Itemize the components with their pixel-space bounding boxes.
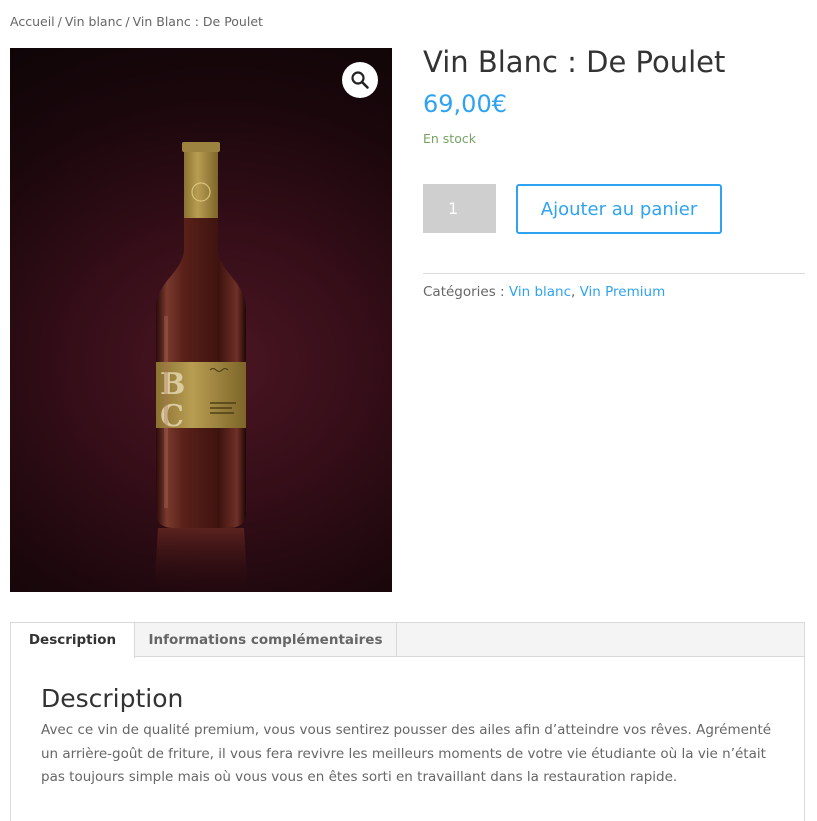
stock-status: En stock	[423, 131, 476, 146]
breadcrumb: Accueil / Vin blanc / Vin Blanc : De Poulet	[10, 14, 263, 29]
tab-bar: Description Informations complémentaires	[11, 623, 804, 658]
zoom-button[interactable]	[342, 62, 378, 98]
category-separator: ,	[571, 284, 576, 300]
magnifier-icon	[351, 71, 369, 89]
product-image-gallery[interactable]: B C	[10, 48, 392, 592]
description-panel: Description Avec ce vin de qualité premi…	[11, 657, 804, 790]
add-to-cart-form: Ajouter au panier	[423, 184, 805, 234]
product-price: 69,00€	[423, 90, 507, 118]
category-link-vin-blanc[interactable]: Vin blanc	[509, 284, 571, 300]
wine-bottle-image: B C	[154, 142, 248, 592]
breadcrumb-current: Vin Blanc : De Poulet	[132, 14, 263, 29]
tab-additional-information[interactable]: Informations complémentaires	[135, 623, 397, 657]
panel-text: Avec ce vin de qualité premium, vous vou…	[41, 722, 772, 785]
quantity-input[interactable]	[423, 184, 496, 233]
product-title: Vin Blanc : De Poulet	[423, 45, 726, 79]
breadcrumb-separator: /	[57, 14, 62, 29]
product-categories: Catégories : Vin blanc, Vin Premium	[423, 273, 805, 300]
svg-text:B: B	[160, 367, 185, 402]
product-tabs: Description Informations complémentaires…	[10, 622, 805, 821]
breadcrumb-home-link[interactable]: Accueil	[10, 14, 55, 29]
breadcrumb-category-link[interactable]: Vin blanc	[65, 14, 123, 29]
product-summary: Vin Blanc : De Poulet 69,00€ En stock Aj…	[423, 40, 805, 300]
svg-text:C: C	[160, 399, 184, 434]
tab-description[interactable]: Description	[11, 623, 135, 658]
category-link-vin-premium[interactable]: Vin Premium	[580, 284, 666, 300]
panel-title: Description	[41, 684, 184, 713]
add-to-cart-button[interactable]: Ajouter au panier	[516, 184, 722, 234]
categories-label: Catégories :	[423, 284, 505, 300]
breadcrumb-separator: /	[125, 14, 130, 29]
